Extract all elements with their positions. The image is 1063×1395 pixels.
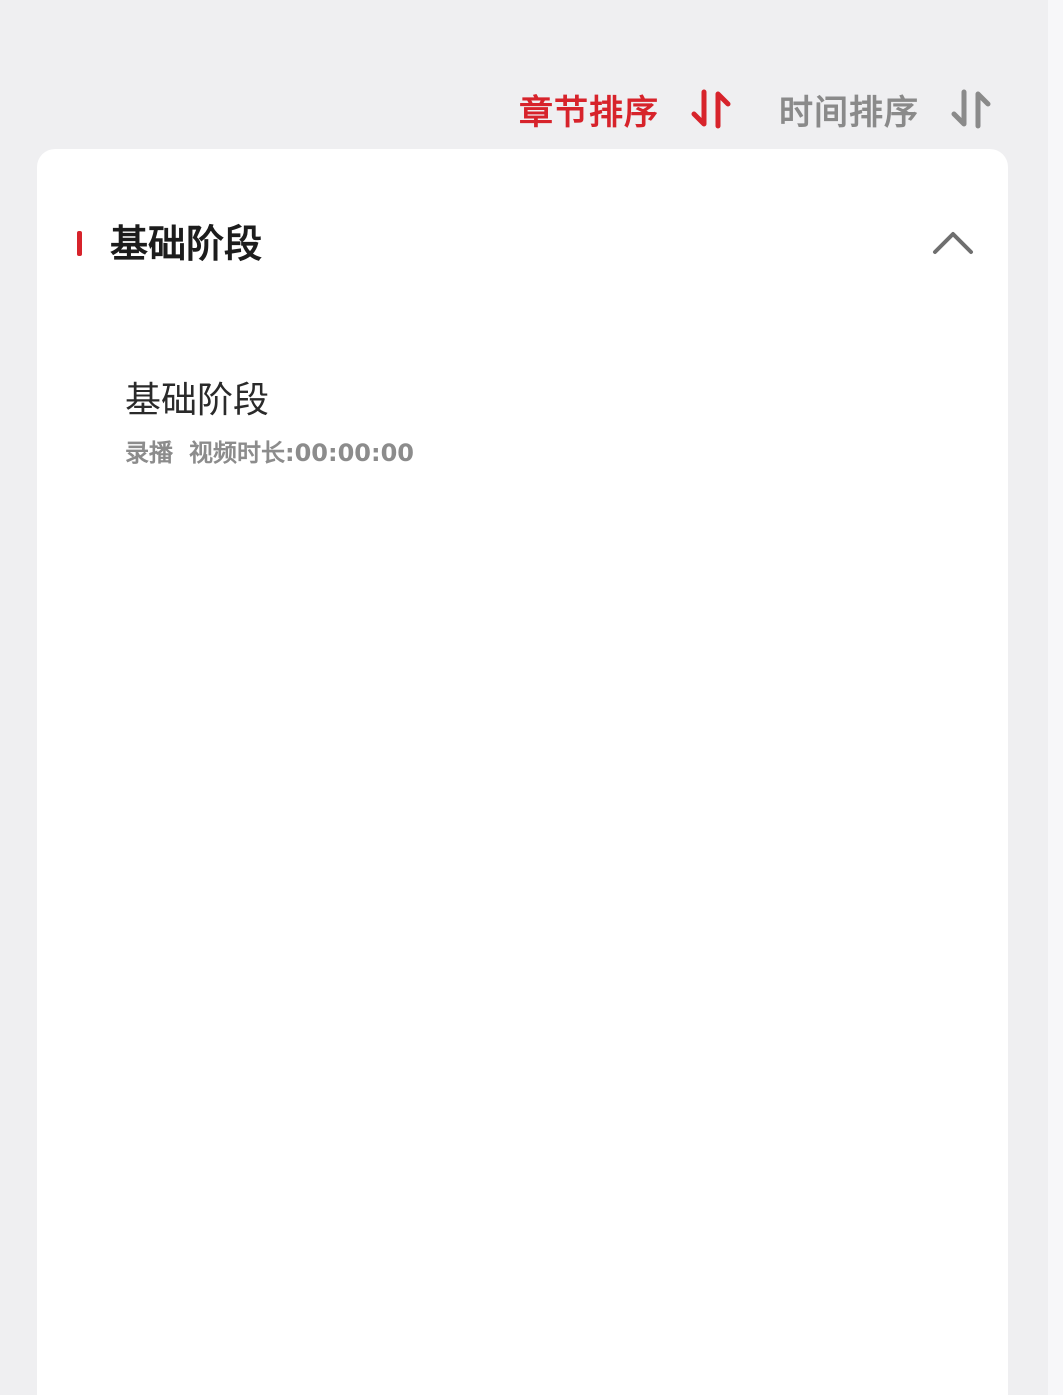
chevron-up-icon[interactable]	[930, 225, 976, 259]
sort-arrows-icon	[951, 89, 991, 129]
sort-by-time-button[interactable]: 时间排序	[779, 85, 993, 134]
sort-arrows-icon	[691, 89, 731, 129]
course-catalog-page: 章节排序 时间排序 基础阶段 基础阶段 录播 视频时长:00:00:00	[0, 0, 1063, 1395]
lesson-item[interactable]: 基础阶段 录播 视频时长:00:00:00	[125, 375, 965, 485]
sort-by-time-label: 时间排序	[779, 92, 919, 133]
section-marker	[77, 231, 82, 256]
section-header[interactable]: 基础阶段	[37, 219, 1008, 269]
section-title: 基础阶段	[110, 222, 263, 266]
sort-bar: 章节排序 时间排序	[519, 84, 993, 134]
sort-by-chapter-button[interactable]: 章节排序	[519, 85, 733, 134]
scroll-track[interactable]	[1048, 0, 1063, 1395]
lesson-duration: 视频时长:00:00:00	[189, 439, 414, 467]
lesson-meta: 录播 视频时长:00:00:00	[125, 437, 965, 469]
lesson-type: 录播	[125, 439, 173, 467]
sort-by-chapter-label: 章节排序	[519, 92, 659, 133]
chapter-card: 基础阶段 基础阶段 录播 视频时长:00:00:00	[37, 149, 1008, 1395]
lesson-title: 基础阶段	[125, 380, 270, 421]
